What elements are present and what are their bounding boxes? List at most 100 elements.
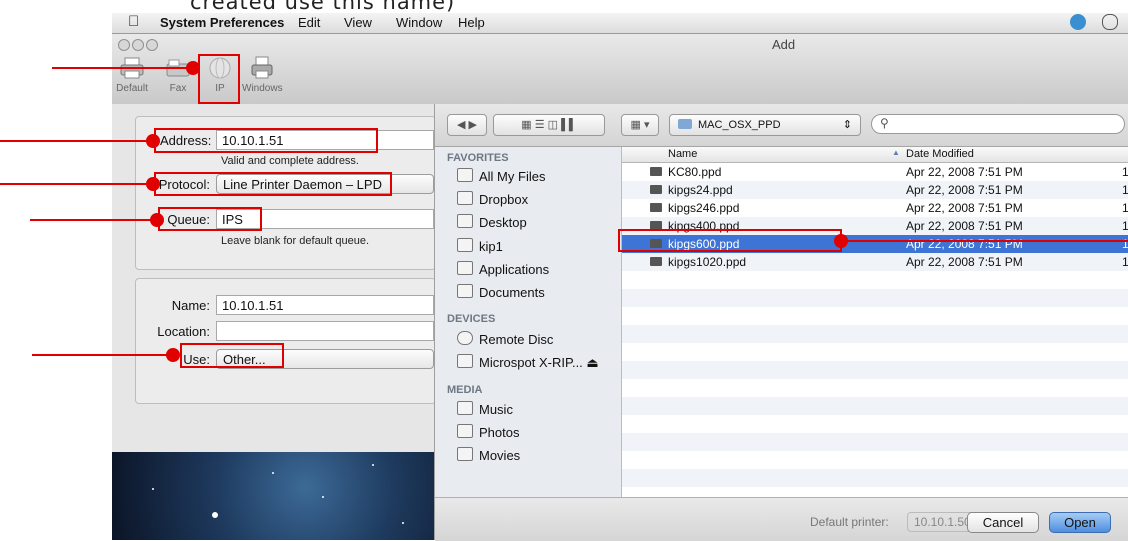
annotation-box-selected-file	[618, 229, 842, 252]
file-row[interactable]: kipgs246.ppd Apr 22, 2008 7:51 PM 1	[622, 199, 1128, 217]
sidebar-item-label: All My Files	[479, 169, 546, 184]
back-forward-buttons[interactable]: ◀ ▶	[447, 114, 487, 136]
star	[322, 496, 324, 498]
empty-row	[622, 487, 1128, 497]
menu-view[interactable]: View	[344, 15, 372, 30]
file-size: 1	[1122, 201, 1128, 215]
window-titlebar: Add Default Fax IP Windows	[112, 34, 1128, 105]
sidebar-item-microspot[interactable]: Microspot X-RIP... ⏏	[457, 353, 599, 373]
empty-row	[622, 343, 1128, 361]
view-mode-buttons[interactable]: ▦ ☰ ◫ ▌▌	[493, 114, 605, 136]
document-icon	[650, 167, 662, 176]
file-date: Apr 22, 2008 7:51 PM	[906, 255, 1023, 269]
file-name: kipgs246.ppd	[668, 201, 740, 215]
menu-app-name[interactable]: System Preferences	[160, 15, 284, 30]
disc-icon	[457, 331, 473, 345]
media-heading: MEDIA	[447, 384, 483, 396]
name-field[interactable]: 10.10.1.51	[216, 295, 434, 315]
sidebar-item-remote-disc[interactable]: Remote Disc	[457, 330, 553, 350]
annotation-dot	[146, 134, 160, 148]
file-name: KC80.ppd	[668, 165, 722, 179]
queue-hint: Leave blank for default queue.	[221, 235, 370, 247]
time-machine-icon[interactable]	[1102, 14, 1118, 30]
sidebar-item-dropbox[interactable]: Dropbox	[457, 190, 528, 210]
toolbar-windows[interactable]: Windows	[242, 56, 283, 94]
empty-row	[622, 307, 1128, 325]
apple-icon[interactable]: 	[128, 13, 139, 30]
close-window-icon[interactable]	[118, 39, 130, 51]
annotation-dot	[150, 213, 164, 227]
sidebar-item-documents[interactable]: Documents	[457, 283, 545, 303]
empty-row	[622, 379, 1128, 397]
folder-popup[interactable]: MAC_OSX_PPD ⇕	[669, 114, 861, 136]
sidebar-item-movies[interactable]: Movies	[457, 446, 520, 466]
star	[212, 512, 218, 518]
menu-edit[interactable]: Edit	[298, 15, 320, 30]
annotation-box-use	[180, 343, 284, 368]
open-file-dialog: ◀ ▶ ▦ ☰ ◫ ▌▌ ▦ ▾ MAC_OSX_PPD ⇕ ⚲ FAVORIT…	[434, 104, 1128, 541]
annotation-line	[846, 240, 1128, 242]
zoom-window-icon[interactable]	[146, 39, 158, 51]
empty-row	[622, 289, 1128, 307]
annotation-dot	[186, 61, 200, 75]
menu-window[interactable]: Window	[396, 15, 442, 30]
folder-icon	[457, 191, 473, 205]
search-icon: ⚲	[880, 116, 889, 130]
sidebar-item-label: Applications	[479, 262, 550, 277]
file-row[interactable]: KC80.ppd Apr 22, 2008 7:51 PM 1	[622, 163, 1128, 181]
document-icon	[650, 203, 662, 212]
annotation-box-ip	[198, 54, 240, 104]
empty-row	[622, 397, 1128, 415]
sort-ascending-icon: ▲	[892, 148, 900, 157]
sidebar-item-photos[interactable]: Photos	[457, 423, 519, 443]
toolbar-windows-label: Windows	[242, 83, 283, 94]
empty-row	[622, 415, 1128, 433]
file-list: Name ▲ Date Modified KC80.ppd Apr 22, 200…	[622, 147, 1128, 497]
dialog-toolbar: ◀ ▶ ▦ ☰ ◫ ▌▌ ▦ ▾ MAC_OSX_PPD ⇕ ⚲	[435, 104, 1128, 147]
desktop-background	[112, 452, 434, 540]
arrange-button[interactable]: ▦ ▾	[621, 114, 659, 136]
open-button[interactable]: Open	[1049, 512, 1111, 533]
location-field[interactable]	[216, 321, 434, 341]
sidebar-item-applications[interactable]: Applications	[457, 260, 549, 280]
file-date: Apr 22, 2008 7:51 PM	[906, 201, 1023, 215]
sidebar-item-label: Photos	[479, 425, 520, 440]
sidebar-item-label: Desktop	[479, 215, 527, 230]
dialog-sidebar: FAVORITES All My Files Dropbox Desktop k…	[435, 147, 622, 540]
empty-row	[622, 271, 1128, 289]
sidebar-item-desktop[interactable]: Desktop	[457, 213, 527, 233]
annotation-dot	[166, 348, 180, 362]
file-row[interactable]: kipgs24.ppd Apr 22, 2008 7:51 PM 1	[622, 181, 1128, 199]
empty-row	[622, 361, 1128, 379]
window-title: Add	[772, 37, 796, 52]
annotation-box-protocol	[154, 172, 392, 196]
address-hint: Valid and complete address.	[221, 155, 359, 167]
sidebar-item-all-my-files[interactable]: All My Files	[457, 167, 545, 187]
sidebar-item-music[interactable]: Music	[457, 400, 513, 420]
document-icon	[650, 185, 662, 194]
all-files-icon	[457, 168, 473, 182]
toolbar-default[interactable]: Default	[112, 56, 152, 94]
popup-arrows-icon: ⇕	[842, 119, 852, 131]
film-icon	[457, 447, 473, 461]
annotation-box-address	[154, 128, 378, 153]
cancel-button[interactable]: Cancel	[967, 512, 1039, 533]
column-date-modified[interactable]: Date Modified	[906, 148, 974, 160]
sync-status-icon[interactable]	[1070, 14, 1086, 30]
file-size: 1	[1122, 255, 1128, 269]
file-row[interactable]: kipgs1020.ppd Apr 22, 2008 7:51 PM 1	[622, 253, 1128, 271]
sidebar-item-kip1[interactable]: kip1	[457, 237, 503, 257]
annotation-dot	[834, 234, 848, 248]
search-field[interactable]: ⚲	[871, 114, 1125, 134]
home-icon	[457, 238, 473, 252]
camera-icon	[457, 424, 473, 438]
minimize-window-icon[interactable]	[132, 39, 144, 51]
menu-help[interactable]: Help	[458, 15, 485, 30]
column-name[interactable]: Name	[668, 148, 697, 160]
empty-row	[622, 325, 1128, 343]
sidebar-item-label: Documents	[479, 285, 545, 300]
traffic-lights	[118, 38, 160, 56]
printer-icon	[251, 56, 273, 79]
menu-bar:  System Preferences Edit View Window He…	[112, 13, 1128, 34]
favorites-heading: FAVORITES	[447, 152, 509, 164]
